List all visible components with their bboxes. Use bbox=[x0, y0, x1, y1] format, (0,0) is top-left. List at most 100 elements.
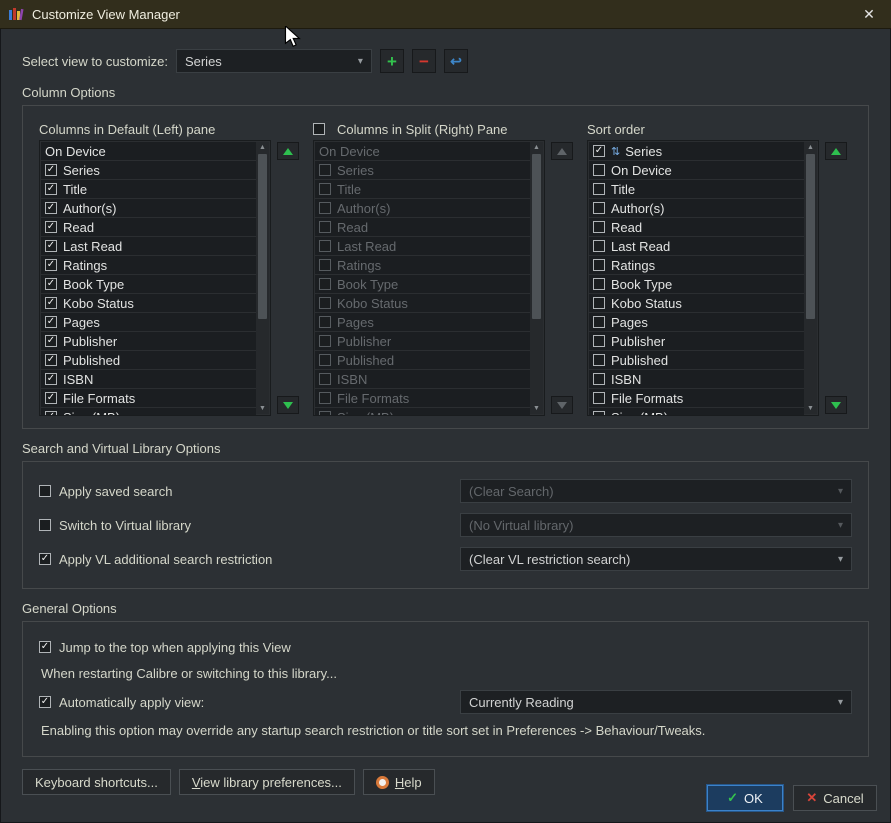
titlebar[interactable]: Customize View Manager ✕ bbox=[0, 0, 891, 29]
checkbox-icon[interactable] bbox=[45, 259, 57, 271]
list-item[interactable]: Series bbox=[315, 161, 530, 179]
list-item[interactable]: On Device bbox=[41, 142, 256, 160]
checkbox-icon[interactable] bbox=[319, 259, 331, 271]
checkbox-icon[interactable] bbox=[45, 316, 57, 328]
checkbox-icon[interactable] bbox=[593, 335, 605, 347]
list-item[interactable]: On Device bbox=[589, 161, 804, 179]
checkbox-icon[interactable] bbox=[45, 297, 57, 309]
list-item[interactable]: Book Type bbox=[589, 275, 804, 293]
checkbox-icon[interactable] bbox=[593, 373, 605, 385]
checkbox-icon[interactable] bbox=[319, 183, 331, 195]
list-item[interactable]: ISBN bbox=[315, 370, 530, 388]
auto-apply-view-dropdown[interactable]: Currently Reading bbox=[460, 690, 852, 714]
scrollbar-handle[interactable] bbox=[258, 154, 267, 319]
list-item[interactable]: Author(s) bbox=[315, 199, 530, 217]
list-item[interactable]: File Formats bbox=[315, 389, 530, 407]
move-down-button[interactable] bbox=[277, 396, 299, 414]
checkbox-icon[interactable] bbox=[593, 240, 605, 252]
scroll-up-icon[interactable] bbox=[807, 142, 814, 153]
checkbox-icon[interactable] bbox=[45, 354, 57, 366]
list-item[interactable]: ISBN bbox=[41, 370, 256, 388]
scroll-up-icon[interactable] bbox=[259, 142, 266, 153]
move-up-button[interactable] bbox=[551, 142, 573, 160]
close-button[interactable]: ✕ bbox=[855, 6, 883, 23]
list-item[interactable]: File Formats bbox=[41, 389, 256, 407]
view-library-preferences-button[interactable]: View library preferences... bbox=[178, 769, 355, 795]
sort-order-list[interactable]: Series On Device Title Author(s) Read Last Re… bbox=[587, 140, 819, 416]
list-item[interactable]: Published bbox=[589, 351, 804, 369]
list-item[interactable]: Publisher bbox=[589, 332, 804, 350]
list-item[interactable]: Ratings bbox=[589, 256, 804, 274]
scroll-down-icon[interactable] bbox=[533, 403, 540, 414]
checkbox-icon[interactable] bbox=[593, 278, 605, 290]
scroll-down-icon[interactable] bbox=[259, 403, 266, 414]
list-item[interactable]: Author(s) bbox=[589, 199, 804, 217]
scroll-down-icon[interactable] bbox=[807, 403, 814, 414]
split-pane-list[interactable]: On Device Series Title Author(s) Read Last Re… bbox=[313, 140, 545, 416]
checkbox-icon[interactable] bbox=[319, 202, 331, 214]
list-item[interactable]: Title bbox=[589, 180, 804, 198]
checkbox-icon[interactable] bbox=[593, 145, 605, 157]
list-item[interactable]: Author(s) bbox=[41, 199, 256, 217]
checkbox-icon[interactable] bbox=[45, 373, 57, 385]
list-item[interactable]: Pages bbox=[41, 313, 256, 331]
list-item[interactable]: Book Type bbox=[315, 275, 530, 293]
checkbox-icon[interactable] bbox=[319, 164, 331, 176]
list-item[interactable]: Size (MB) bbox=[589, 408, 804, 415]
list-item[interactable]: Book Type bbox=[41, 275, 256, 293]
list-item[interactable]: Read bbox=[589, 218, 804, 236]
list-item[interactable]: Series bbox=[41, 161, 256, 179]
checkbox-icon[interactable] bbox=[319, 373, 331, 385]
keyboard-shortcuts-button[interactable]: Keyboard shortcuts... bbox=[22, 769, 171, 795]
scrollbar-handle[interactable] bbox=[806, 154, 815, 319]
checkbox-icon[interactable] bbox=[319, 392, 331, 404]
checkbox-icon[interactable] bbox=[319, 297, 331, 309]
add-view-button[interactable]: + bbox=[379, 49, 404, 73]
delete-view-button[interactable]: − bbox=[411, 49, 436, 73]
checkbox-icon[interactable] bbox=[593, 202, 605, 214]
list-item[interactable]: On Device bbox=[315, 142, 530, 160]
move-up-button[interactable] bbox=[825, 142, 847, 160]
checkbox-icon[interactable] bbox=[593, 259, 605, 271]
list-item[interactable]: Kobo Status bbox=[41, 294, 256, 312]
checkbox-icon[interactable] bbox=[319, 335, 331, 347]
scrollbar-handle[interactable] bbox=[532, 154, 541, 319]
list-item[interactable]: Size (MB) bbox=[315, 408, 530, 415]
checkbox-icon[interactable] bbox=[593, 164, 605, 176]
list-item[interactable]: Last Read bbox=[589, 237, 804, 255]
help-button[interactable]: Help bbox=[362, 769, 435, 795]
list-item[interactable]: Series bbox=[589, 142, 804, 160]
view-selector-dropdown[interactable]: Series bbox=[175, 49, 372, 73]
checkbox-icon[interactable] bbox=[319, 316, 331, 328]
cancel-button[interactable]: Cancel bbox=[793, 785, 877, 811]
list-item[interactable]: Ratings bbox=[41, 256, 256, 274]
list-item[interactable]: Published bbox=[41, 351, 256, 369]
list-item[interactable]: Read bbox=[41, 218, 256, 236]
checkbox-icon[interactable] bbox=[593, 221, 605, 233]
scrollbar[interactable] bbox=[530, 142, 543, 414]
move-down-button[interactable] bbox=[825, 396, 847, 414]
checkbox-icon[interactable] bbox=[593, 183, 605, 195]
move-up-button[interactable] bbox=[277, 142, 299, 160]
split-pane-enable-checkbox[interactable] bbox=[313, 123, 325, 135]
default-pane-list[interactable]: On Device Series Title Author(s) Read Last Re… bbox=[39, 140, 271, 416]
checkbox-icon[interactable] bbox=[593, 297, 605, 309]
switch-virtual-library-checkbox[interactable] bbox=[39, 519, 51, 531]
auto-apply-checkbox[interactable] bbox=[39, 696, 51, 708]
list-item[interactable]: Read bbox=[315, 218, 530, 236]
apply-saved-search-checkbox[interactable] bbox=[39, 485, 51, 497]
scrollbar[interactable] bbox=[256, 142, 269, 414]
checkbox-icon[interactable] bbox=[45, 411, 57, 415]
list-item[interactable]: Title bbox=[315, 180, 530, 198]
checkbox-icon[interactable] bbox=[593, 354, 605, 366]
checkbox-icon[interactable] bbox=[45, 221, 57, 233]
checkbox-icon[interactable] bbox=[593, 411, 605, 415]
scrollbar[interactable] bbox=[804, 142, 817, 414]
list-item[interactable]: Pages bbox=[315, 313, 530, 331]
scroll-up-icon[interactable] bbox=[533, 142, 540, 153]
checkbox-icon[interactable] bbox=[319, 354, 331, 366]
checkbox-icon[interactable] bbox=[319, 278, 331, 290]
list-item[interactable]: Ratings bbox=[315, 256, 530, 274]
list-item[interactable]: Kobo Status bbox=[315, 294, 530, 312]
checkbox-icon[interactable] bbox=[319, 411, 331, 415]
